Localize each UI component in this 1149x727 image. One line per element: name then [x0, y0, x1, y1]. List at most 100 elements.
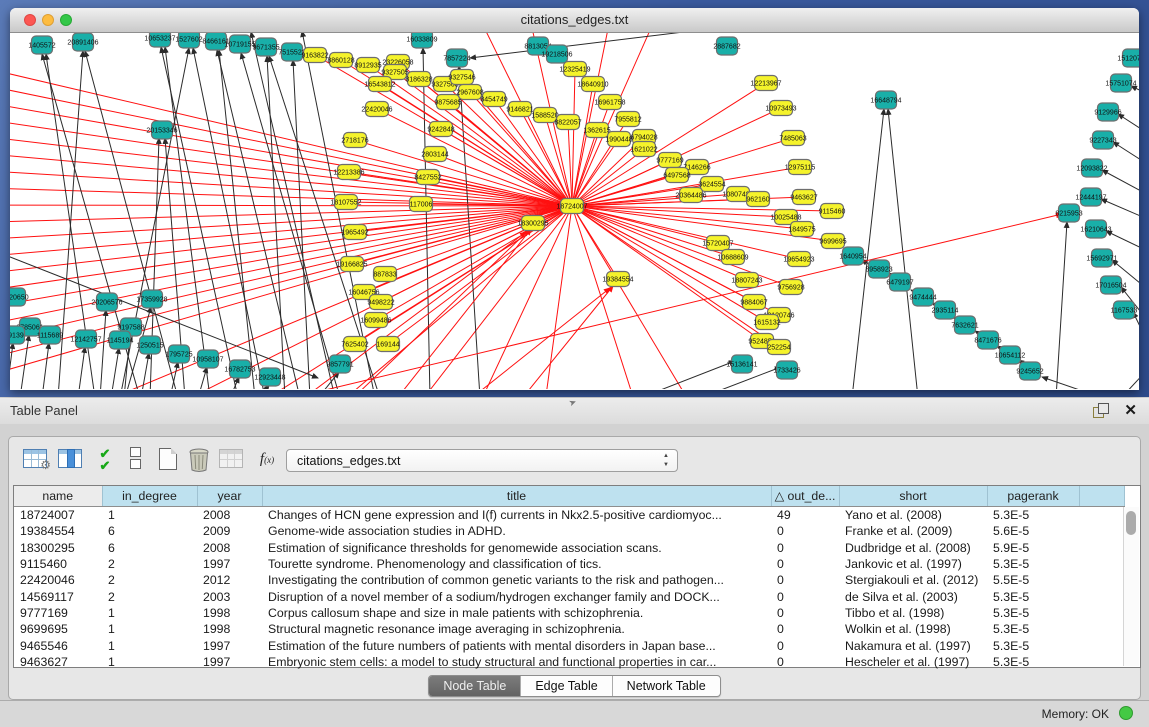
table-cell: 5.6E-5	[987, 523, 1079, 539]
network-node-label: 2718176	[341, 137, 368, 144]
table-cell: 1998	[197, 605, 262, 621]
node-table-grid: namein_degreeyeartitle△ out_de...shortpa…	[14, 486, 1125, 670]
column-header-in_degree[interactable]: in_degree	[102, 486, 197, 507]
memory-ok-indicator[interactable]	[1119, 706, 1133, 720]
network-edge	[161, 47, 238, 389]
table-cell: 1	[102, 507, 197, 524]
table-cell: 22420046	[14, 572, 102, 588]
table-row[interactable]: 946362711997Embryonic stem cells: a mode…	[14, 654, 1124, 670]
network-node-label: 12213386	[333, 169, 364, 176]
network-node-label: 19218506	[541, 51, 572, 58]
table-row[interactable]: 969969511998Structural magnetic resonanc…	[14, 621, 1124, 637]
table-cell	[1079, 523, 1124, 539]
float-panel-icon[interactable]	[1093, 403, 1109, 418]
table-tabs: Node TableEdge TableNetwork Table	[9, 675, 1140, 697]
tab-edge-table[interactable]: Edge Table	[521, 676, 612, 696]
function-builder-icon[interactable]: f(x)	[253, 451, 281, 481]
close-panel-icon[interactable]: ✕	[1124, 401, 1137, 419]
table-selector-dropdown[interactable]: citations_edges.txt ▲▼	[286, 449, 678, 472]
delete-trash-icon[interactable]	[185, 445, 213, 475]
network-node-label: 12325419	[559, 66, 590, 73]
select-columns-icon[interactable]: ✔✔	[91, 448, 119, 478]
show-column-icon[interactable]	[56, 445, 84, 475]
table-cell: Genome-wide association studies in ADHD.	[262, 523, 771, 539]
network-node-label: 1115689	[37, 332, 63, 339]
column-header-title[interactable]: title	[262, 486, 771, 507]
network-node-label: 8471676	[974, 337, 1001, 344]
column-header-short[interactable]: short	[839, 486, 987, 507]
network-edge	[42, 343, 49, 389]
network-node-label: 7955812	[614, 116, 641, 123]
network-node-label: 2935114	[932, 307, 959, 314]
table-cell: 18300295	[14, 540, 102, 556]
table-cell: Nakamura et al. (1997)	[839, 637, 987, 653]
network-window-titlebar[interactable]: citations_edges.txt	[10, 8, 1139, 33]
network-node-label: 9245652	[1016, 368, 1043, 375]
network-node-label: 6794028	[630, 134, 657, 141]
table-cell: 5.3E-5	[987, 605, 1079, 621]
network-edge	[1113, 142, 1139, 167]
network-edge	[198, 367, 207, 389]
network-node-label: 8215953	[1055, 210, 1082, 217]
table-row[interactable]: 1938455462009Genome-wide association stu…	[14, 523, 1124, 539]
table-cell: 0	[771, 523, 839, 539]
table-cell: 6	[102, 523, 197, 539]
table-cell: Dudbridge et al. (2008)	[839, 540, 987, 556]
network-node-label: 6497568	[663, 172, 690, 179]
network-node-label: 12923448	[254, 374, 285, 381]
table-cell	[1079, 654, 1124, 670]
network-node-label: 1167533	[1111, 307, 1138, 314]
network-node-label: 10973493	[765, 105, 796, 112]
network-node-label: 16210643	[1080, 226, 1111, 233]
column-header-out_de[interactable]: △ out_de...	[771, 486, 839, 507]
scrollbar-thumb[interactable]	[1126, 511, 1136, 535]
network-node-label: 8860128	[327, 57, 354, 64]
table-row[interactable]: 911546021997Tourette syndrome. Phenomeno…	[14, 556, 1124, 572]
column-header-year[interactable]: year	[197, 486, 262, 507]
network-edge	[1101, 199, 1139, 221]
table-cell: 1997	[197, 637, 262, 653]
tab-node-table[interactable]: Node Table	[429, 676, 521, 696]
column-header-name[interactable]: name	[14, 486, 102, 507]
column-header-pagerank[interactable]: pagerank	[987, 486, 1079, 507]
network-node-label: 2803144	[421, 151, 448, 158]
network-edge	[520, 286, 613, 389]
network-node-label: 1621022	[630, 146, 657, 153]
table-row[interactable]: 2242004622012Investigating the contribut…	[14, 572, 1124, 588]
network-edge	[10, 169, 572, 206]
network-node-label: 16648794	[870, 97, 901, 104]
table-row[interactable]: 1872400712008Changes of HCN gene express…	[14, 507, 1124, 524]
vertical-scrollbar[interactable]	[1123, 507, 1139, 666]
table-cell	[1079, 588, 1124, 604]
network-node-label: 9227343	[1089, 137, 1116, 144]
table-cell: Wolkin et al. (1998)	[839, 621, 987, 637]
rows-icon[interactable]	[121, 445, 149, 475]
network-node-label: 117006	[410, 201, 433, 208]
table-cell: 0	[771, 556, 839, 572]
network-canvas[interactable]: 1405572208914061065323715276028466161107…	[10, 33, 1139, 389]
network-node-label: 22420046	[361, 106, 392, 113]
table-row[interactable]: 1830029562008Estimation of significance …	[14, 540, 1124, 556]
table-cell: 5.5E-5	[987, 572, 1079, 588]
network-edge	[572, 206, 618, 279]
table-cell: 18724007	[14, 507, 102, 524]
network-edge	[1102, 170, 1139, 197]
table-row[interactable]: 1456911722003Disruption of a novel membe…	[14, 588, 1124, 604]
network-node-label: 15136141	[726, 361, 757, 368]
network-edge	[1042, 377, 1100, 389]
network-edge	[385, 206, 572, 274]
network-node-label: 1640954	[839, 253, 866, 260]
table-mode-icon[interactable]: ⚙	[21, 445, 49, 475]
network-node-label: 12975115	[785, 164, 816, 171]
network-node-label: 9327505	[381, 69, 408, 76]
network-node-label: 1615132	[753, 319, 780, 326]
table-row[interactable]: 946554611997Estimation of the future num…	[14, 637, 1124, 653]
table-cell: 2	[102, 572, 197, 588]
network-node-label: 1849575	[788, 226, 815, 233]
table-cell	[1079, 556, 1124, 572]
table-cell: Jankovic et al. (1997)	[839, 556, 987, 572]
tab-network-table[interactable]: Network Table	[613, 676, 720, 696]
table-row[interactable]: 977716911998Corpus callosum shape and si…	[14, 605, 1124, 621]
new-table-icon[interactable]	[154, 445, 182, 475]
network-edge	[100, 310, 106, 389]
